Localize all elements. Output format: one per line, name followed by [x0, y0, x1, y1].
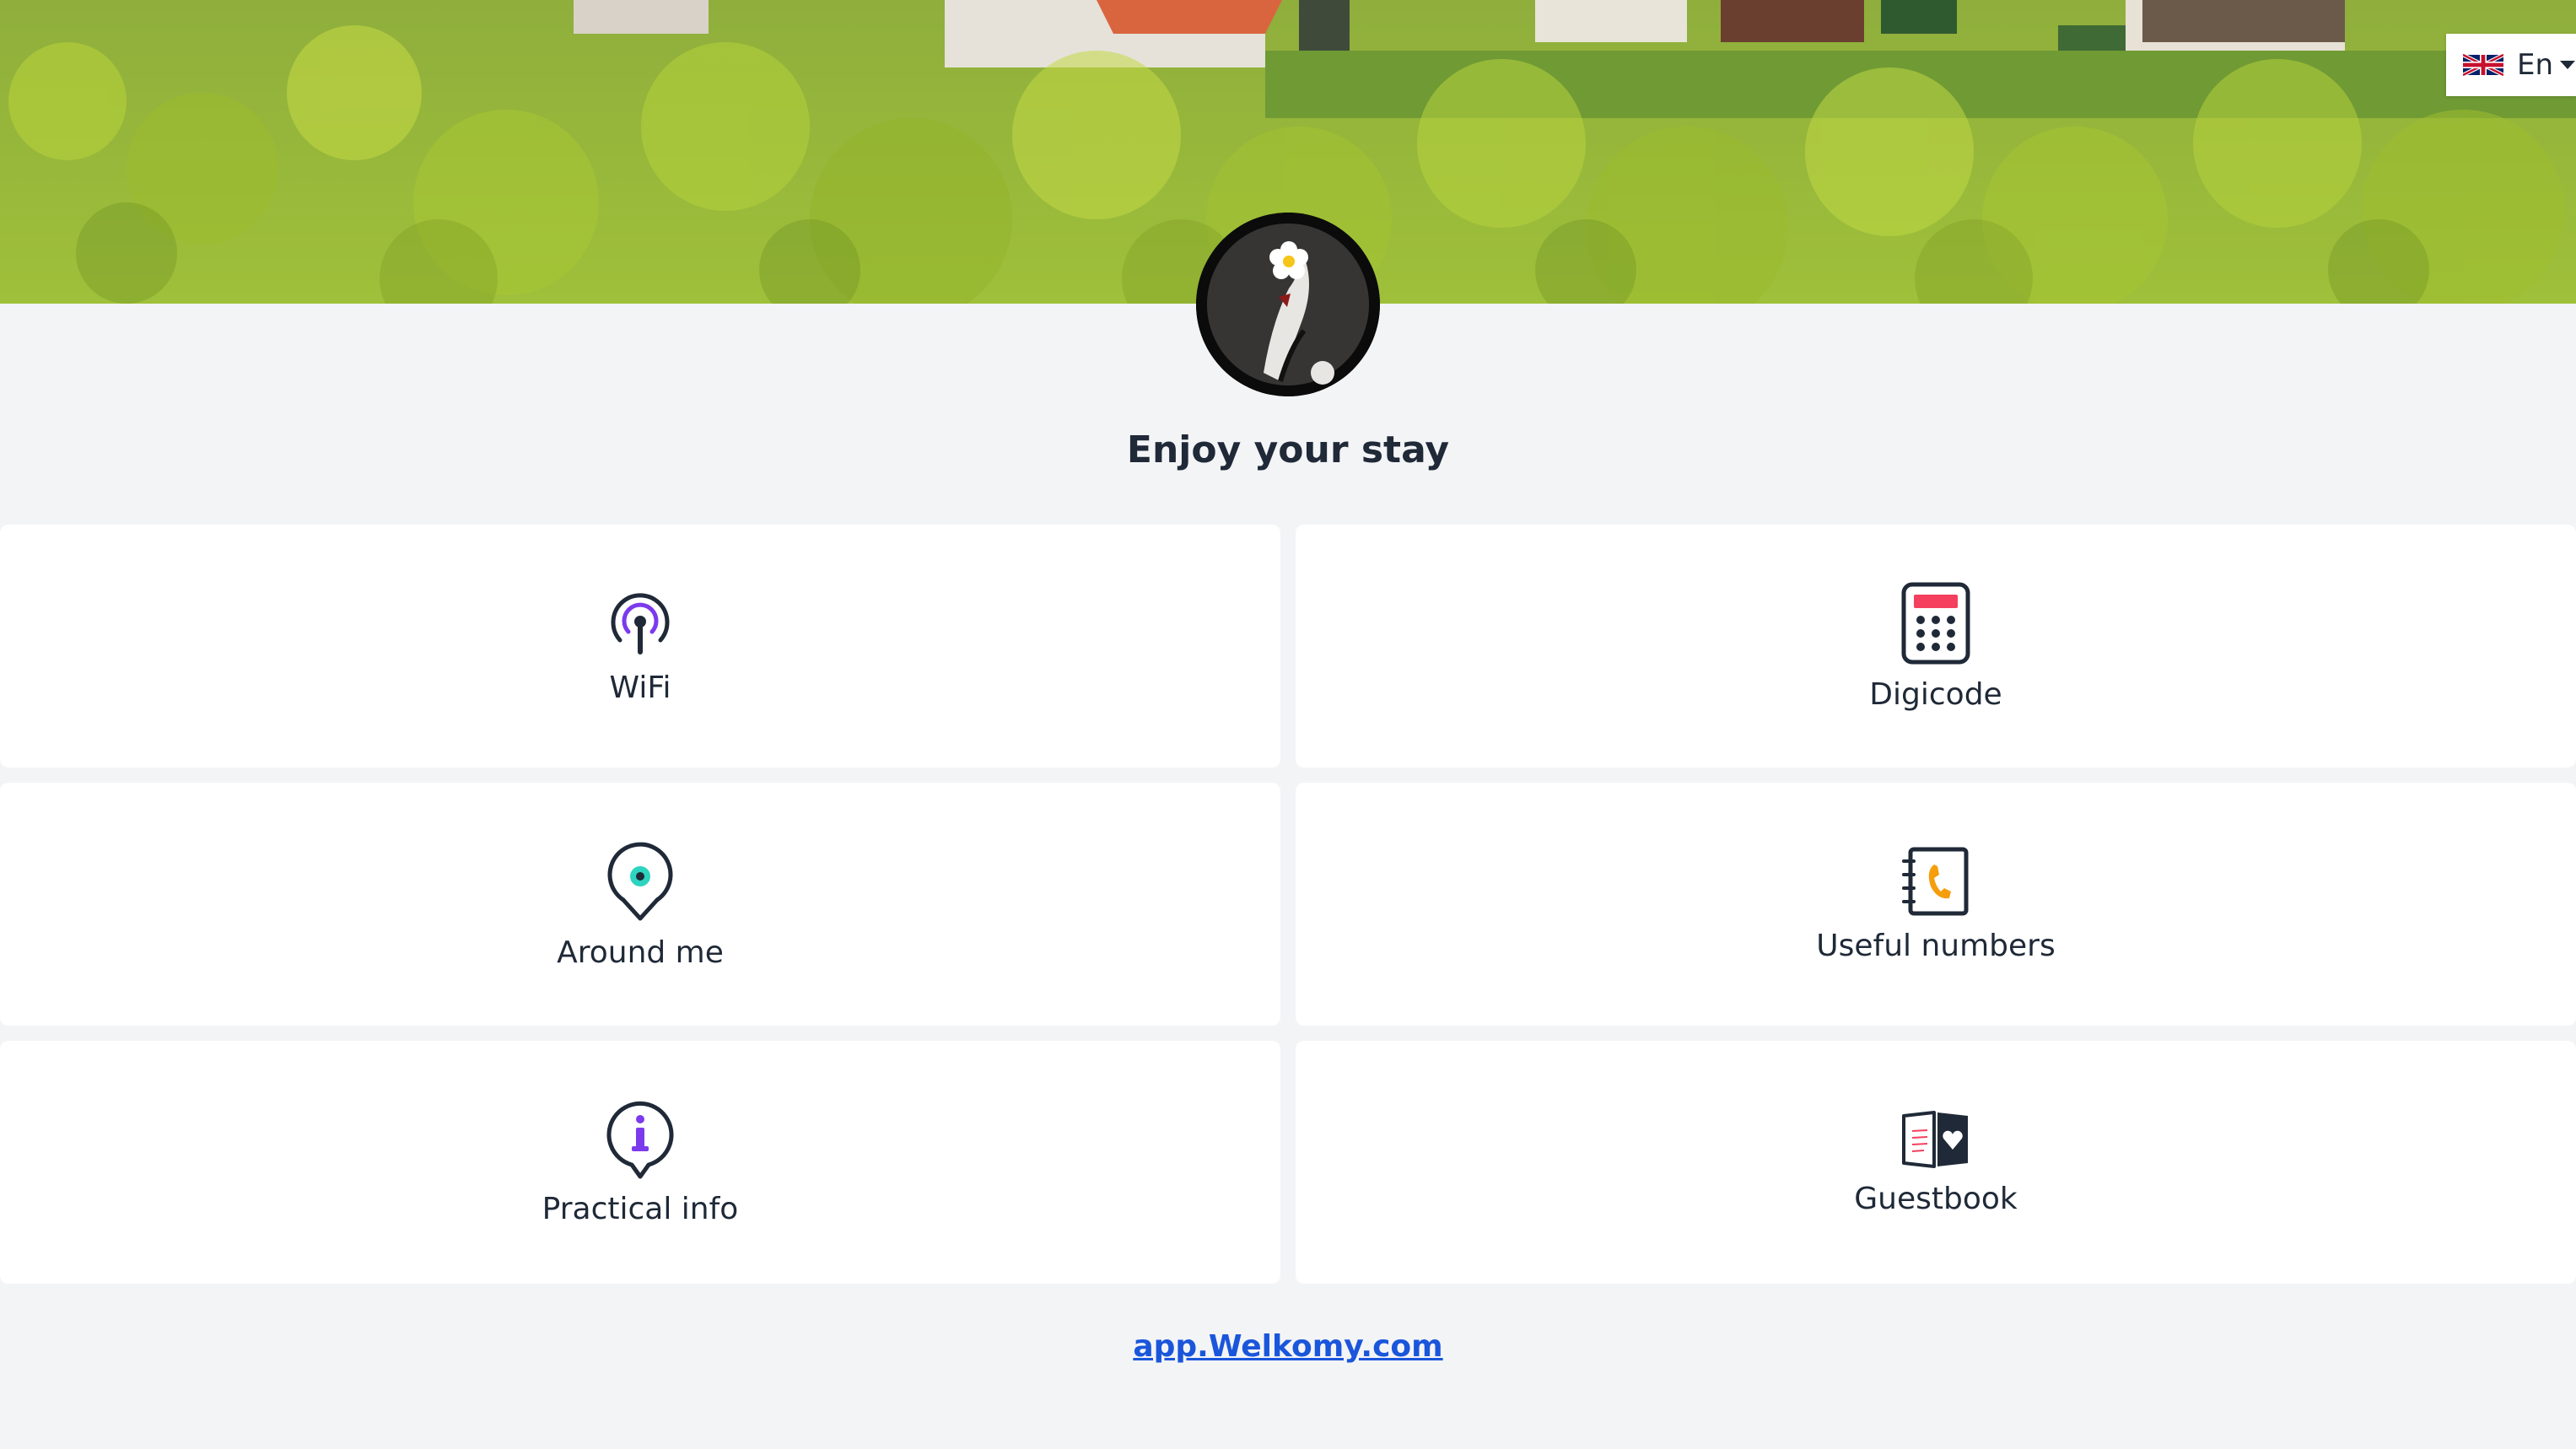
digicode-keypad-icon: [1901, 582, 1970, 664]
useful-numbers-card[interactable]: Useful numbers: [1296, 783, 2576, 1026]
chevron-down-icon: [2560, 61, 2576, 69]
guestbook-icon: [1902, 1110, 1968, 1168]
language-selector[interactable]: En: [2446, 34, 2576, 96]
wifi-card-label: WiFi: [609, 670, 671, 705]
wifi-icon: [611, 592, 670, 654]
language-label: En: [2517, 48, 2554, 82]
avatar: [1196, 213, 1380, 396]
digicode-card[interactable]: Digicode: [1296, 525, 2576, 768]
info-icon: [606, 1101, 674, 1178]
guestbook-card-label: Guestbook: [1854, 1181, 2018, 1216]
useful-numbers-card-label: Useful numbers: [1816, 928, 2056, 963]
around-me-card[interactable]: Around me: [0, 783, 1280, 1026]
welkomy-link[interactable]: app.Welkomy.com: [1133, 1329, 1442, 1364]
location-pin-icon: [607, 842, 673, 920]
guestbook-card[interactable]: Guestbook: [1296, 1041, 2576, 1284]
page-title: Enjoy your stay: [1126, 428, 1450, 471]
digicode-card-label: Digicode: [1869, 676, 2002, 712]
wifi-card[interactable]: WiFi: [0, 525, 1280, 768]
practical-info-card[interactable]: Practical info: [0, 1041, 1280, 1284]
uk-flag-icon: [2463, 52, 2503, 78]
footer: app.Welkomy.com: [0, 1329, 2576, 1364]
around-me-card-label: Around me: [557, 935, 724, 970]
host-avatar-image: [1196, 213, 1380, 396]
practical-info-card-label: Practical info: [542, 1191, 739, 1226]
phonebook-icon: [1902, 847, 1969, 915]
